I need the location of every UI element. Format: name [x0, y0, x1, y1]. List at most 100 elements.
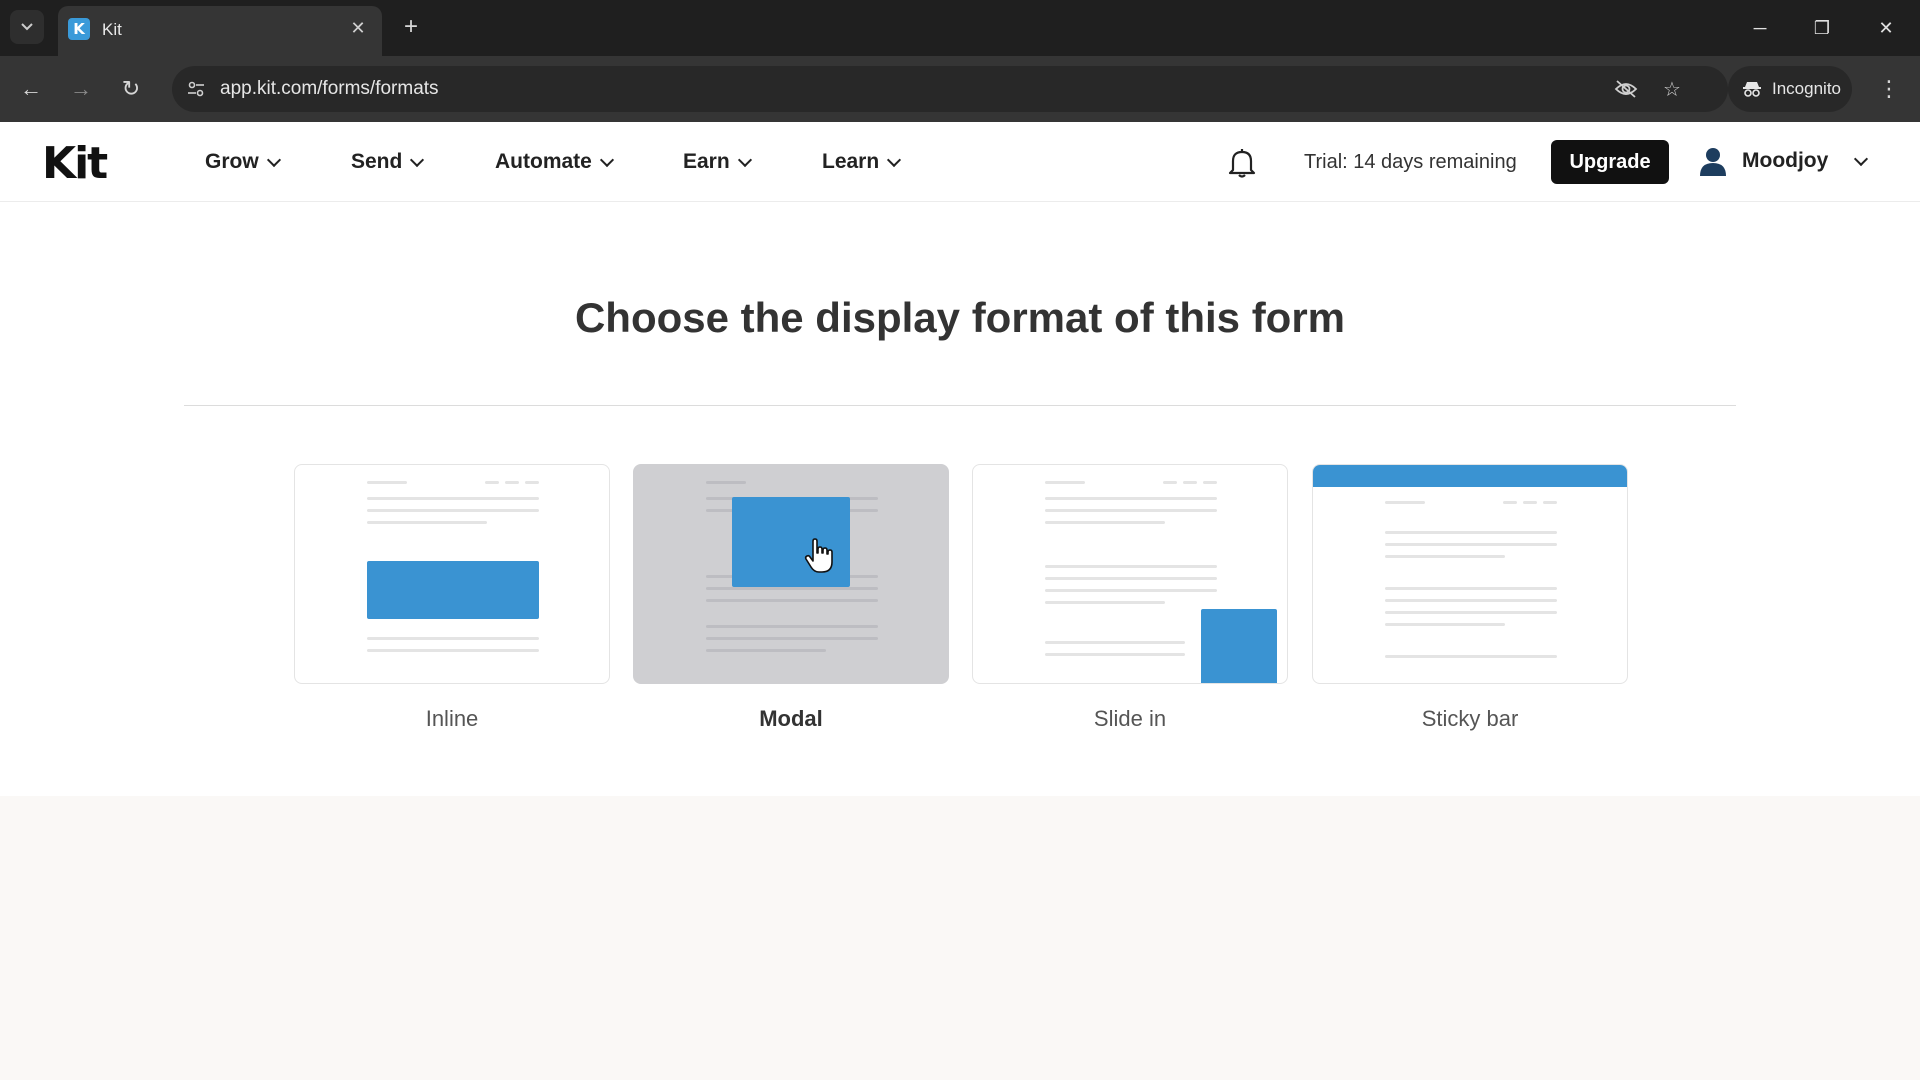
kit-favicon-icon: K [68, 18, 90, 40]
preview-line [505, 481, 519, 484]
page-title: Choose the display format of this form [574, 294, 1346, 341]
nav-menu-label: Learn [822, 150, 880, 173]
preview-line [1045, 589, 1217, 592]
chevron-down-icon [266, 152, 281, 167]
preview-line [367, 637, 539, 640]
main-content: Choose the display format of this form I… [0, 202, 1920, 796]
browser-tab-bar: K Kit ✕ + ─ ❐ ✕ [0, 0, 1920, 56]
app-header: Kit Grow Send Automate Earn Learn Trial:… [0, 122, 1920, 202]
kit-logo[interactable]: Kit [42, 138, 108, 189]
forward-icon[interactable]: → [64, 72, 98, 106]
page-background [0, 796, 1920, 1080]
format-label-slide-in: Slide in [1093, 706, 1167, 731]
preview-line [367, 521, 487, 524]
incognito-icon [1743, 82, 1761, 97]
tab-list-button[interactable] [10, 10, 44, 44]
preview-line [367, 649, 539, 652]
preview-line [1045, 521, 1165, 524]
hand-cursor-icon [804, 538, 833, 573]
preview-line [1045, 565, 1217, 568]
nav-menu-label: Automate [495, 150, 592, 173]
restore-window-icon[interactable]: ❐ [1800, 8, 1844, 48]
format-card-sticky-bar[interactable] [1312, 464, 1628, 684]
preview-line [1183, 481, 1197, 484]
url-text: app.kit.com/forms/formats [220, 78, 439, 99]
divider [184, 405, 1736, 406]
slide-in-form-preview [1201, 609, 1277, 683]
close-tab-icon[interactable]: ✕ [346, 16, 370, 40]
preview-line [525, 481, 539, 484]
nav-menu-automate[interactable]: Automate [495, 150, 614, 174]
format-label-sticky-bar: Sticky bar [1421, 706, 1519, 731]
preview-line [1045, 481, 1085, 484]
close-window-icon[interactable]: ✕ [1864, 8, 1908, 48]
address-bar[interactable]: app.kit.com/forms/formats ☆ [172, 66, 1728, 112]
chevron-down-icon [21, 23, 33, 31]
chevron-down-icon [410, 152, 425, 167]
preview-line [1203, 481, 1217, 484]
incognito-indicator[interactable]: Incognito [1728, 66, 1852, 112]
preview-line [485, 481, 499, 484]
preview-line [1045, 601, 1165, 604]
preview-line [1045, 509, 1217, 512]
site-info-icon[interactable] [182, 75, 210, 103]
user-menu[interactable]: Moodjoy [1698, 146, 1869, 176]
tune-icon [188, 81, 204, 97]
preview-line [1163, 481, 1177, 484]
preview-line [706, 637, 878, 640]
new-tab-button[interactable]: + [396, 12, 426, 42]
reload-icon[interactable]: ↻ [114, 72, 148, 106]
nav-menu-label: Earn [683, 150, 730, 173]
preview-line [1385, 543, 1557, 546]
format-card-inline[interactable] [294, 464, 610, 684]
preview-line [1045, 577, 1217, 580]
preview-line [1543, 501, 1557, 504]
preview-line [706, 587, 878, 590]
preview-line [706, 599, 878, 602]
bell-icon[interactable] [1228, 148, 1256, 178]
back-icon[interactable]: ← [14, 72, 48, 106]
inline-form-preview [367, 561, 539, 619]
preview-line [1045, 497, 1217, 500]
minimize-icon[interactable]: ─ [1738, 8, 1782, 48]
nav-menu-grow[interactable]: Grow [205, 150, 281, 174]
preview-line [1385, 611, 1557, 614]
nav-menu-label: Grow [205, 150, 259, 173]
preview-line [1045, 653, 1185, 656]
preview-line [1385, 501, 1425, 504]
format-card-modal[interactable] [633, 464, 949, 684]
preview-line [1385, 623, 1505, 626]
preview-line [1385, 587, 1557, 590]
preview-line [1523, 501, 1537, 504]
user-avatar-icon [1700, 148, 1726, 176]
nav-menu-send[interactable]: Send [351, 150, 425, 174]
star-icon[interactable]: ☆ [1658, 75, 1686, 103]
browser-tab[interactable]: K Kit ✕ [58, 6, 382, 56]
nav-menu-learn[interactable]: Learn [822, 150, 902, 174]
preview-line [1503, 501, 1517, 504]
user-name: Moodjoy [1742, 149, 1829, 172]
preview-line [706, 481, 746, 484]
preview-line [706, 649, 826, 652]
preview-line [1385, 655, 1557, 658]
format-label-inline: Inline [425, 706, 479, 731]
nav-menu-earn[interactable]: Earn [683, 150, 752, 174]
preview-line [367, 509, 539, 512]
incognito-label: Incognito [1772, 79, 1841, 98]
eye-off-svg [1614, 80, 1638, 98]
preview-line [706, 625, 878, 628]
preview-line [1045, 641, 1185, 644]
preview-line [367, 497, 539, 500]
sticky-bar-preview [1313, 465, 1627, 487]
preview-line [1385, 531, 1557, 534]
browser-menu-icon[interactable]: ⋮ [1874, 72, 1904, 106]
chevron-down-icon [1854, 151, 1869, 166]
chevron-down-icon [737, 152, 752, 167]
preview-line [367, 481, 407, 484]
browser-toolbar: ← → ↻ app.kit.com/forms/formats ☆ Incogn… [0, 56, 1920, 122]
upgrade-button[interactable]: Upgrade [1551, 140, 1669, 184]
eye-off-icon[interactable] [1612, 75, 1640, 103]
trial-status: Trial: 14 days remaining [1304, 151, 1517, 173]
chevron-down-icon [887, 152, 902, 167]
format-card-slide-in[interactable] [972, 464, 1288, 684]
